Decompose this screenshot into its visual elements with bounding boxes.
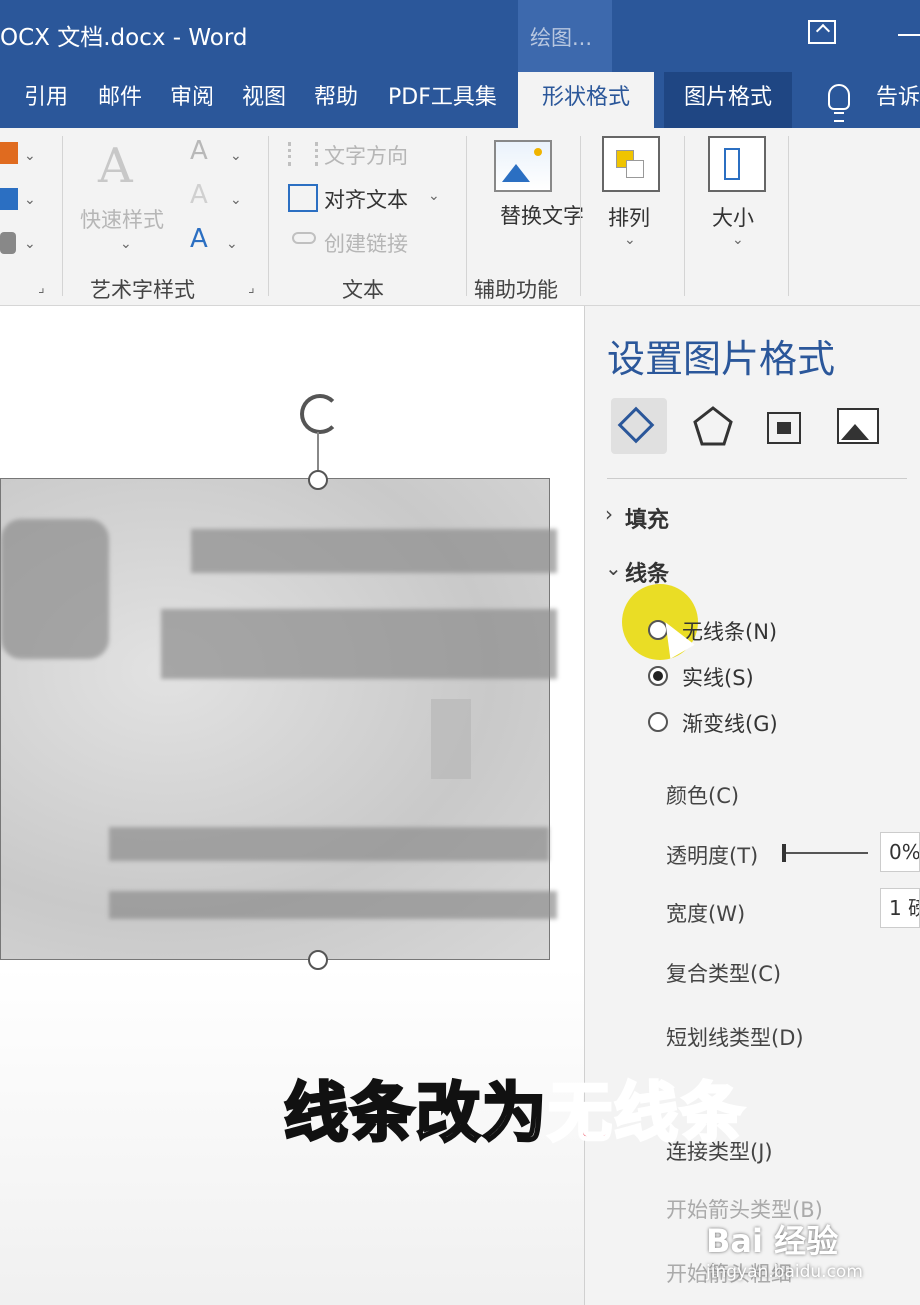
align-text-icon[interactable] — [288, 184, 318, 212]
accessibility-group-label: 辅助功能 — [474, 278, 558, 302]
minimize-icon[interactable] — [898, 34, 920, 36]
chevron-down-icon[interactable]: ⌄ — [24, 148, 36, 164]
chevron-right-icon[interactable]: › — [605, 502, 613, 526]
size-label[interactable]: 大小 — [712, 202, 754, 232]
tab-tell-me[interactable]: 告诉 — [876, 72, 920, 128]
quick-styles-icon[interactable]: A — [98, 138, 133, 194]
ribbon-tabs: 引用 邮件 审阅 视图 帮助 PDF工具集 形状格式 图片格式 告诉 — [0, 72, 920, 128]
size-icon[interactable] — [708, 136, 766, 192]
chevron-down-icon[interactable]: ⌄ — [624, 232, 636, 248]
alt-text-icon[interactable] — [494, 140, 552, 192]
pane-title: 设置图片格式 — [607, 337, 836, 381]
slider-thumb[interactable] — [782, 844, 786, 862]
link-icon[interactable] — [292, 232, 316, 244]
size-properties-icon[interactable] — [757, 398, 813, 454]
width-input[interactable]: 1 磅 — [880, 888, 920, 928]
rotate-handle-icon[interactable] — [300, 394, 340, 434]
dash-type-label: 短划线类型(D) — [666, 1026, 804, 1050]
ribbon: ⌄ ⌄ ⌄ ⌟ A 快速样式 ⌄ A A A ⌄ ⌄ ⌄ 艺术字样式 ⌟ 文字方… — [0, 128, 920, 306]
color-label: 颜色(C) — [666, 784, 740, 808]
tab-references[interactable]: 引用 — [24, 72, 68, 128]
tab-mailings[interactable]: 邮件 — [98, 72, 142, 128]
text-group-label: 文本 — [342, 278, 384, 302]
dialog-launcher-icon[interactable]: ⌟ — [38, 280, 45, 296]
fill-line-icon[interactable] — [611, 398, 667, 454]
tab-help[interactable]: 帮助 — [314, 72, 358, 128]
arrange-icon[interactable] — [602, 136, 660, 192]
shape-effects-icon[interactable] — [0, 232, 16, 254]
shape-fill-icon[interactable] — [0, 142, 18, 164]
arrange-label[interactable]: 排列 — [608, 202, 650, 232]
lightbulb-icon[interactable] — [828, 84, 850, 122]
chevron-down-icon[interactable]: ⌄ — [732, 232, 744, 248]
alt-text-label[interactable]: 替换文字 — [500, 202, 584, 230]
width-label: 宽度(W) — [666, 902, 746, 926]
chevron-down-icon[interactable]: ⌄ — [605, 556, 622, 580]
text-outline-icon[interactable]: A — [190, 180, 208, 210]
text-fill-icon[interactable]: A — [190, 136, 208, 166]
chevron-down-icon[interactable]: ⌄ — [120, 236, 132, 252]
dialog-launcher-icon[interactable]: ⌟ — [248, 280, 255, 296]
solid-line-label[interactable]: 实线(S) — [682, 662, 754, 692]
quick-styles-label[interactable]: 快速样式 — [80, 204, 164, 234]
drawing-tools-context: 绘图... — [518, 0, 612, 72]
chevron-down-icon[interactable]: ⌄ — [428, 188, 440, 204]
chevron-down-icon[interactable]: ⌄ — [226, 236, 238, 252]
text-effects-icon[interactable]: A — [190, 224, 208, 254]
chevron-down-icon[interactable]: ⌄ — [24, 192, 36, 208]
transparency-input[interactable]: 0% — [880, 832, 920, 872]
resize-handle[interactable] — [308, 950, 328, 970]
compound-type-label: 复合类型(C) — [666, 962, 782, 986]
pentagon-icon[interactable] — [685, 398, 741, 454]
video-caption: 线条改为无线条 — [283, 1076, 746, 1153]
transparency-slider[interactable] — [782, 852, 868, 854]
ribbon-display-icon[interactable] — [808, 20, 836, 44]
tab-view[interactable]: 视图 — [242, 72, 286, 128]
shape-outline-icon[interactable] — [0, 188, 18, 210]
no-line-label[interactable]: 无线条(N) — [682, 616, 777, 646]
tab-picture-format[interactable]: 图片格式 — [664, 72, 793, 128]
create-link-label[interactable]: 创建链接 — [324, 228, 408, 258]
baidu-watermark: Bai 经验 jingyan.baidu.com — [706, 1222, 863, 1282]
gradient-line-radio[interactable] — [648, 712, 668, 732]
resize-handle[interactable] — [308, 470, 328, 490]
align-text-label[interactable]: 对齐文本 — [324, 184, 408, 214]
transparency-label: 透明度(T) — [666, 844, 759, 868]
solid-line-radio[interactable] — [648, 666, 668, 686]
fill-section[interactable]: 填充 — [625, 502, 669, 534]
gradient-line-label[interactable]: 渐变线(G) — [682, 708, 778, 738]
tab-shape-format[interactable]: 形状格式 — [518, 72, 655, 128]
text-direction-label[interactable]: 文字方向 — [324, 140, 408, 170]
tab-review[interactable]: 审阅 — [170, 72, 214, 128]
wordart-group-label: 艺术字样式 — [90, 278, 195, 302]
tab-pdf-tools[interactable]: PDF工具集 — [388, 72, 497, 128]
picture-icon[interactable] — [831, 398, 887, 454]
chevron-down-icon[interactable]: ⌄ — [24, 236, 36, 252]
text-direction-icon[interactable] — [288, 142, 318, 166]
window-title: OCX 文档.docx - Word — [0, 25, 248, 51]
title-bar: OCX 文档.docx - Word 绘图... — [0, 0, 920, 72]
selected-picture[interactable] — [0, 478, 557, 960]
